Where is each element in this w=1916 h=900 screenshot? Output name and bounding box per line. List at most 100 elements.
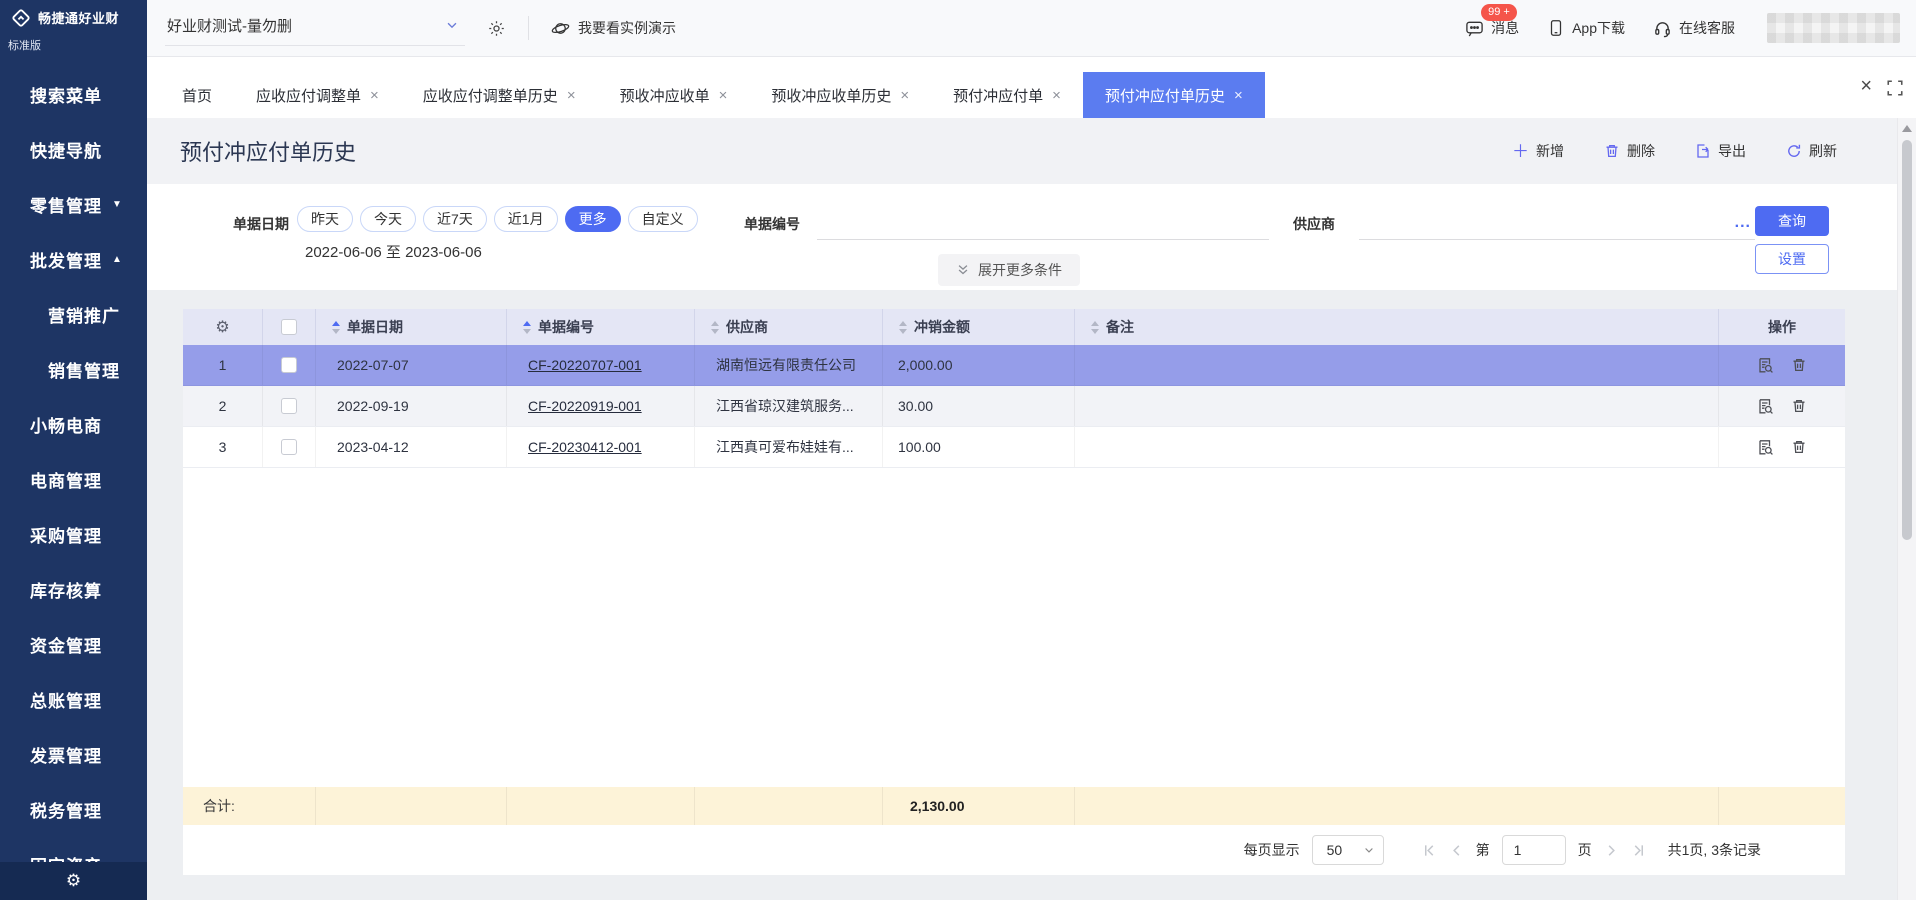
scrollbar-thumb[interactable] [1902,140,1912,540]
column-header-operations: 操作 [1719,309,1845,345]
close-icon[interactable]: × [719,87,728,104]
table-row[interactable]: 1 2022-07-07 CF-20220707-001 湖南恒远有限责任公司 … [183,345,1845,386]
document-link[interactable]: CF-20220919-001 [528,398,642,414]
prev-page-icon[interactable] [1449,843,1464,858]
page-number-input[interactable]: 1 [1502,835,1566,865]
delete-row-icon[interactable] [1791,398,1807,415]
row-checkbox[interactable] [281,357,297,373]
delete-row-icon[interactable] [1791,357,1807,374]
column-header-supplier[interactable]: 供应商 [695,309,883,345]
query-button[interactable]: 查询 [1755,206,1829,236]
tab-prepayment-offset[interactable]: 预付冲应付单× [931,72,1083,118]
close-icon[interactable]: × [567,87,576,104]
view-detail-icon[interactable] [1757,439,1774,456]
supplier-input[interactable]: ... [1359,214,1755,240]
sidebar-item-label: 搜索菜单 [30,82,102,107]
sidebar-item-funds[interactable]: 资金管理 [0,617,147,672]
column-header-amount[interactable]: 冲销金额 [883,309,1075,345]
column-header-code[interactable]: 单据编号 [507,309,695,345]
settings-gear-icon[interactable] [487,19,506,38]
vertical-scrollbar[interactable] [1897,118,1916,900]
document-link[interactable]: CF-20230412-001 [528,439,642,455]
sidebar-item-sales[interactable]: 销售管理 [0,342,147,397]
doc-no-input[interactable] [817,214,1269,240]
next-page-icon[interactable] [1604,843,1619,858]
table-row[interactable]: 3 2023-04-12 CF-20230412-001 江西真可爱布娃娃有..… [183,427,1845,468]
close-icon[interactable]: × [1234,87,1243,104]
messages-button[interactable]: 消息 99 + [1465,18,1519,38]
tab-prereceipt-offset[interactable]: 预收冲应收单× [598,72,750,118]
filter-custom[interactable]: 自定义 [628,206,698,232]
delete-row-icon[interactable] [1791,439,1807,456]
gear-icon: ⚙ [215,317,229,337]
tab-ar-ap-adjustment[interactable]: 应收应付调整单× [234,72,401,118]
last-page-icon[interactable] [1631,843,1646,858]
table-row[interactable]: 2 2022-09-19 CF-20220919-001 江西省琼汉建筑服务..… [183,386,1845,427]
filter-last7days[interactable]: 近7天 [423,206,487,232]
tab-label: 预收冲应收单历史 [771,85,891,106]
sidebar-item-general-ledger[interactable]: 总账管理 [0,672,147,727]
sidebar-item-inventory[interactable]: 库存核算 [0,562,147,617]
row-checkbox[interactable] [281,439,297,455]
expand-more-conditions[interactable]: 展开更多条件 [938,254,1080,286]
column-settings-gear[interactable]: ⚙ [183,309,263,345]
sidebar-item-invoice[interactable]: 发票管理 [0,727,147,782]
filter-today[interactable]: 今天 [360,206,416,232]
filter-yesterday[interactable]: 昨天 [297,206,353,232]
per-page-select[interactable]: 50 [1312,835,1384,865]
column-header-note[interactable]: 备注 [1075,309,1719,345]
tab-ar-ap-adjustment-history[interactable]: 应收应付调整单历史× [401,72,598,118]
total-empty-cell [695,787,883,825]
delete-button[interactable]: 删除 [1604,141,1655,161]
sidebar-item-quick-nav[interactable]: 快捷导航 [0,122,147,177]
add-button[interactable]: ＋ 新增 [1512,141,1564,161]
total-empty-cell [1719,787,1845,825]
cell-note [1075,386,1719,426]
row-checkbox[interactable] [281,398,297,414]
date-range-value[interactable]: 2022-06-06 至 2023-06-06 [305,241,482,262]
demo-link[interactable]: 我要看实例演示 [551,18,676,38]
cell-amount: 100.00 [883,427,1075,467]
cell-supplier: 湖南恒远有限责任公司 [695,345,883,385]
sidebar-item-wholesale[interactable]: 批发管理▲ [0,232,147,287]
edition-label: 标准版 [8,37,41,53]
app-download-button[interactable]: App下载 [1547,18,1625,38]
sidebar-item-marketing[interactable]: 营销推广 [0,287,147,342]
sidebar-item-xiaochang-ecommerce[interactable]: 小畅电商 [0,397,147,452]
close-icon[interactable]: × [900,87,909,104]
tab-prereceipt-offset-history[interactable]: 预收冲应收单历史 × [749,72,931,118]
column-header-date[interactable]: 单据日期 [316,309,507,345]
sidebar-item-purchasing[interactable]: 采购管理 [0,507,147,562]
account-select[interactable]: 好业财测试-量勿删 [165,11,465,46]
sidebar-item-ecommerce[interactable]: 电商管理 [0,452,147,507]
filter-last-month[interactable]: 近1月 [494,206,558,232]
view-detail-icon[interactable] [1757,357,1774,374]
user-name-redacted[interactable] [1767,13,1900,43]
select-all-checkbox[interactable] [281,319,297,335]
supplier-picker-ellipsis[interactable]: ... [1735,214,1751,232]
planet-icon [551,19,570,38]
demo-link-label: 我要看实例演示 [578,18,676,38]
sidebar-item-retail[interactable]: 零售管理▼ [0,177,147,232]
online-support-button[interactable]: 在线客服 [1653,18,1735,38]
first-page-icon[interactable] [1422,843,1437,858]
divider [528,16,529,40]
date-filter-label: 单据日期 [233,214,289,234]
sidebar-settings-button[interactable]: ⚙ [0,862,147,900]
close-icon[interactable]: × [370,87,379,104]
filter-panel: 单据日期 昨天 今天 近7天 近1月 更多 自定义 2022-06-06 至 2… [147,184,1897,290]
expand-icon[interactable] [1886,79,1904,97]
sidebar-item-tax[interactable]: 税务管理 [0,782,147,837]
document-link[interactable]: CF-20220707-001 [528,357,642,373]
close-icon[interactable]: × [1052,87,1061,104]
sidebar-item-search-menu[interactable]: 搜索菜单 [0,67,147,122]
filter-more[interactable]: 更多 [565,206,621,232]
export-button[interactable]: 导出 [1695,141,1746,161]
tab-prepayment-offset-history[interactable]: 预付冲应付单历史× [1083,72,1265,118]
refresh-button[interactable]: 刷新 [1786,141,1837,161]
settings-button[interactable]: 设置 [1755,244,1829,274]
view-detail-icon[interactable] [1757,398,1774,415]
sidebar-item-label: 税务管理 [30,797,102,822]
tab-home[interactable]: 首页 [160,72,234,118]
scroll-up-arrow-icon[interactable] [1902,125,1912,132]
